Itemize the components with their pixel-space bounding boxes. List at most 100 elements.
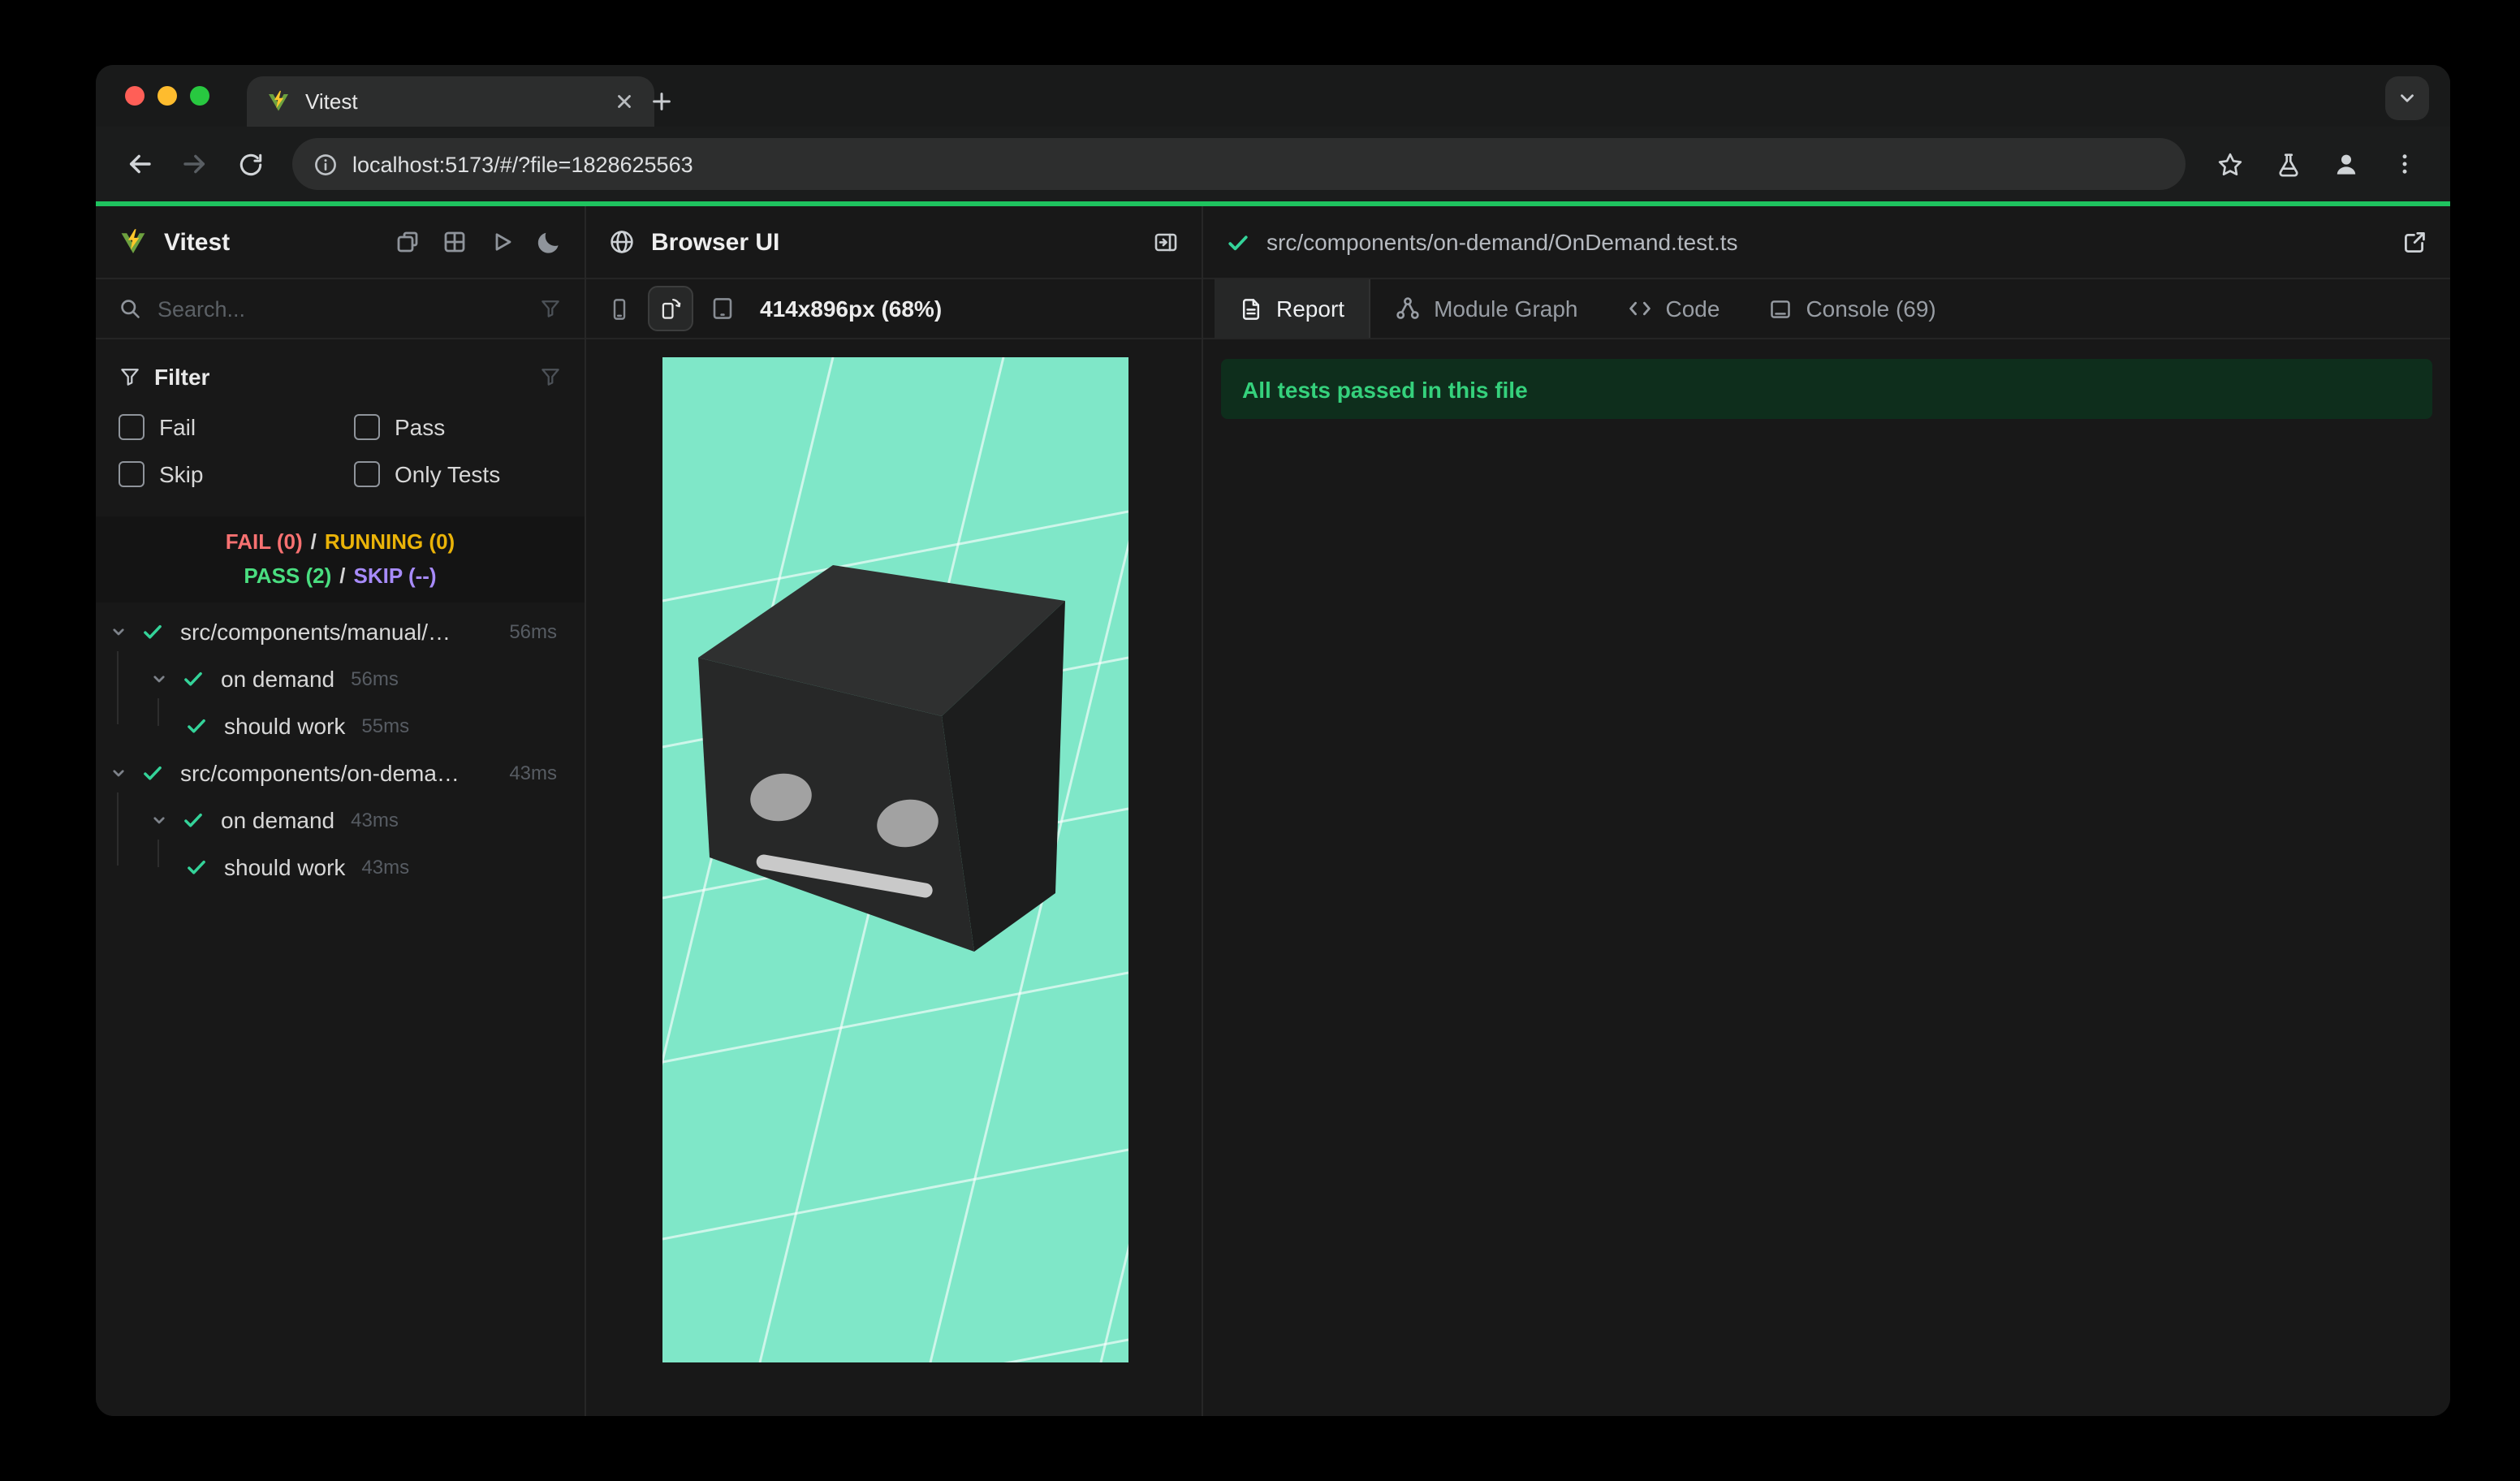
back-button[interactable] <box>117 141 162 187</box>
test-file-row[interactable]: src/components/manual/… 56ms <box>96 607 585 654</box>
tab-report[interactable]: Report <box>1215 279 1371 338</box>
test-case-row[interactable]: should work 43ms <box>96 843 585 890</box>
run-all-icon[interactable] <box>489 229 515 255</box>
tree-guide-line <box>158 698 159 726</box>
chevron-down-icon[interactable] <box>149 810 169 829</box>
filter-only-tests-label: Only Tests <box>395 460 501 486</box>
close-window-button[interactable] <box>125 86 145 106</box>
checkbox[interactable] <box>354 413 380 439</box>
sidebar-actions <box>395 229 562 255</box>
separator: / <box>339 563 346 588</box>
experiments-button[interactable] <box>2263 140 2312 188</box>
pass-count: PASS (2) <box>244 563 332 588</box>
profile-button[interactable] <box>2322 140 2371 188</box>
reload-icon <box>239 153 261 175</box>
back-arrow-icon <box>129 154 151 174</box>
checkbox[interactable] <box>354 460 380 486</box>
site-info-icon[interactable] <box>313 152 338 176</box>
browser-ui-header: Browser UI <box>586 206 1202 279</box>
bookmark-button[interactable] <box>2205 140 2254 188</box>
reload-button[interactable] <box>227 141 273 187</box>
forward-button[interactable] <box>172 141 218 187</box>
new-tab-button[interactable] <box>638 78 684 123</box>
check-icon <box>1228 235 1248 250</box>
test-case-row[interactable]: should work 55ms <box>96 702 585 749</box>
test-file-name: src/components/manual/… <box>180 618 451 644</box>
detail-actions <box>2401 229 2427 255</box>
open-external-icon[interactable] <box>2401 229 2427 255</box>
dock-windows-icon[interactable] <box>395 229 421 255</box>
device-phone-rotate-selected[interactable] <box>648 286 693 331</box>
test-file-name: src/components/on-dema… <box>180 759 460 785</box>
minimize-window-button[interactable] <box>158 86 177 106</box>
tested-component-viewport[interactable] <box>588 356 1346 1416</box>
sidebar-header: Vitest <box>96 206 585 279</box>
test-duration: 43ms <box>351 808 399 831</box>
detail-header: src/components/on-demand/OnDemand.test.t… <box>1203 206 2450 279</box>
test-suite-row[interactable]: on demand 43ms <box>96 796 585 843</box>
stats-line-2: PASS (2) / SKIP (--) <box>96 559 585 593</box>
chevron-down-icon[interactable] <box>109 762 128 782</box>
test-duration: 56ms <box>509 620 557 642</box>
chevron-down-icon[interactable] <box>109 621 128 641</box>
checkbox[interactable] <box>119 413 145 439</box>
expand-panel-icon[interactable] <box>1153 229 1179 255</box>
test-file-path: src/components/on-demand/OnDemand.test.t… <box>1266 229 1738 255</box>
filter-pass-checkbox[interactable]: Pass <box>354 403 562 450</box>
report-file-icon <box>1242 298 1260 319</box>
stats-line-1: FAIL (0) / RUNNING (0) <box>96 525 585 559</box>
filter-reset-icon[interactable] <box>539 365 562 388</box>
filter-skip-checkbox[interactable]: Skip <box>119 450 354 497</box>
plus-icon <box>652 92 670 110</box>
search-row <box>96 279 585 339</box>
sidebar: Vitest Search... Filter Fail Pass Skip O… <box>96 206 586 1416</box>
funnel-icon <box>119 365 141 388</box>
browser-tabstrip: Vitest <box>96 65 2450 127</box>
address-bar[interactable]: localhost:5173/#/?file=1828625563 <box>292 138 2186 190</box>
test-detail-panel: src/components/on-demand/OnDemand.test.t… <box>1203 206 2450 1416</box>
filter-fail-checkbox[interactable]: Fail <box>119 403 354 450</box>
filter-only-tests-checkbox[interactable]: Only Tests <box>354 450 562 497</box>
app-name: Vitest <box>164 228 231 256</box>
clear-filter-icon[interactable] <box>539 297 562 320</box>
tab-code[interactable]: Code <box>1603 279 1745 338</box>
check-icon <box>141 761 164 784</box>
tab-title: Vitest <box>305 89 358 114</box>
browser-toolbar: localhost:5173/#/?file=1828625563 <box>96 127 2450 201</box>
zoom-window-button[interactable] <box>190 86 209 106</box>
search-input[interactable] <box>154 295 526 322</box>
device-phone-portrait-icon[interactable] <box>607 296 632 321</box>
check-icon <box>182 667 205 689</box>
code-icon <box>1629 301 1651 316</box>
check-icon <box>185 855 208 878</box>
tab-label: Code <box>1665 296 1720 322</box>
test-suite-name: on demand <box>221 806 335 832</box>
checkbox[interactable] <box>119 460 145 486</box>
dashboard-grid-icon[interactable] <box>442 229 468 255</box>
check-icon <box>141 620 164 642</box>
preview-area <box>586 339 1346 1416</box>
test-file-row[interactable]: src/components/on-dema… 43ms <box>96 749 585 796</box>
menu-button[interactable] <box>2380 140 2429 188</box>
tab-console[interactable]: Console (69) <box>1744 279 1960 338</box>
tab-close-icon[interactable] <box>614 91 635 112</box>
star-icon <box>2217 152 2242 175</box>
module-graph-icon <box>1396 297 1419 319</box>
vitest-favicon-icon <box>269 90 288 111</box>
tab-search-button[interactable] <box>2385 76 2429 120</box>
viewport-size-label: 414x896px (68%) <box>760 296 943 322</box>
check-icon <box>182 808 205 831</box>
tab-module-graph[interactable]: Module Graph <box>1370 279 1602 338</box>
skip-count: SKIP (--) <box>353 563 437 588</box>
browser-ui-title: Browser UI <box>651 228 780 256</box>
browser-tab[interactable]: Vitest <box>247 76 654 127</box>
test-case-name: should work <box>224 712 346 738</box>
forward-arrow-icon <box>183 154 205 174</box>
filter-options: Fail Pass Skip Only Tests <box>119 398 562 497</box>
chevron-down-icon[interactable] <box>149 668 169 688</box>
dark-mode-moon-icon[interactable] <box>536 229 562 255</box>
test-suite-row[interactable]: on demand 56ms <box>96 654 585 702</box>
screen: Vitest localhost:5173/#/?file=1828625563… <box>0 0 2520 1481</box>
user-avatar-icon <box>2337 154 2356 175</box>
device-tablet-icon[interactable] <box>710 296 736 322</box>
